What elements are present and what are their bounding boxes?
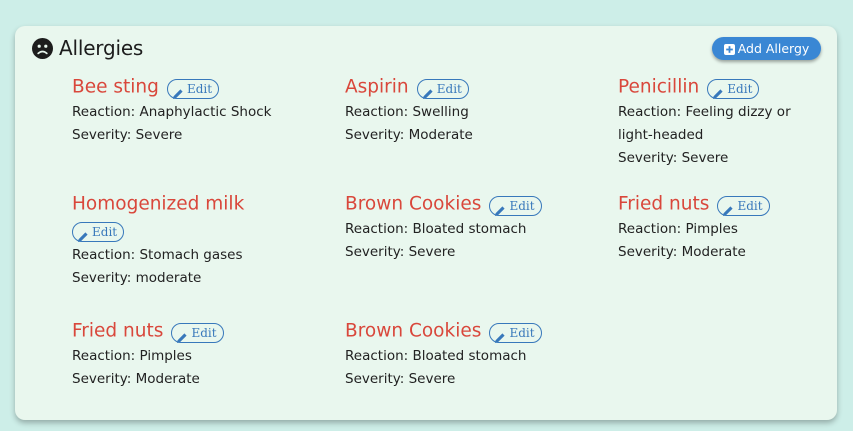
severity-text: Severity: Moderate xyxy=(618,243,746,260)
edit-label: Edit xyxy=(436,81,462,96)
allergy-item: Aspirin Edit Reaction: Swelling Severity… xyxy=(345,74,600,147)
pencil-icon xyxy=(172,83,184,99)
pencil-icon xyxy=(494,327,506,343)
edit-label: Edit xyxy=(92,225,118,239)
severity-text: Severity: Severe xyxy=(72,126,183,143)
severity-text: Severity: Moderate xyxy=(72,370,200,387)
pencil-icon xyxy=(494,200,506,216)
edit-button[interactable]: Edit xyxy=(416,78,469,99)
add-allergy-button[interactable]: Add Allergy xyxy=(712,37,821,60)
allergy-item: Brown Cookies Edit Reaction: Bloated sto… xyxy=(345,318,600,391)
severity-text: Severity: Severe xyxy=(345,370,456,387)
page-title: Allergies xyxy=(59,36,144,60)
pencil-icon xyxy=(176,327,188,343)
allergy-name: Fried nuts xyxy=(618,193,710,215)
allergy-name: Brown Cookies xyxy=(345,320,482,342)
reaction-text: Reaction: Stomach gases xyxy=(72,246,243,263)
edit-label: Edit xyxy=(186,81,213,96)
allergy-name: Fried nuts xyxy=(72,320,164,342)
edit-label: Edit xyxy=(509,198,535,213)
allergy-name: Bee sting xyxy=(72,76,159,98)
pencil-icon xyxy=(422,83,434,99)
edit-button[interactable]: Edit xyxy=(489,322,542,343)
severity-text: Severity: Severe xyxy=(618,149,729,166)
edit-label: Edit xyxy=(509,325,535,340)
allergy-item: Fried nuts Edit Reaction: Pimples Severi… xyxy=(72,318,327,391)
allergy-name: Brown Cookies xyxy=(345,193,482,215)
edit-button[interactable]: Edit xyxy=(171,322,224,343)
allergy-item: Penicillin Edit Reaction: Feeling dizzy … xyxy=(618,74,833,170)
edit-button[interactable]: Edit xyxy=(489,195,542,216)
edit-button[interactable]: Edit xyxy=(717,195,770,216)
reaction-text: Reaction: Bloated stomach xyxy=(345,220,527,237)
allergy-item: Bee sting Edit Reaction: Anaphylactic Sh… xyxy=(72,74,327,147)
reaction-text: Reaction: Feeling dizzy or light-headed xyxy=(618,103,791,143)
edit-button[interactable]: Edit xyxy=(166,78,220,99)
allergy-name: Penicillin xyxy=(618,76,700,98)
allergy-item: Brown Cookies Edit Reaction: Bloated sto… xyxy=(345,191,600,264)
edit-label: Edit xyxy=(737,198,763,213)
edit-button[interactable]: Edit xyxy=(707,78,760,99)
reaction-text: Reaction: Anaphylactic Shock xyxy=(72,103,272,120)
reaction-text: Reaction: Bloated stomach xyxy=(345,347,527,364)
allergy-name: Aspirin xyxy=(345,76,409,98)
pencil-icon xyxy=(77,226,89,242)
add-allergy-label: Add Allergy xyxy=(737,41,810,56)
edit-label: Edit xyxy=(191,325,217,340)
allergy-name: Homogenized milk xyxy=(72,193,245,215)
pencil-icon xyxy=(712,83,724,99)
frown-face-icon xyxy=(32,37,53,59)
plus-square-icon xyxy=(723,43,735,55)
allergy-item: Fried nuts Edit Reaction: Pimples Severi… xyxy=(618,191,833,264)
card-header: Allergies xyxy=(32,36,143,60)
allergies-card: Allergies Add Allergy Bee sting Edit Rea… xyxy=(15,26,837,420)
severity-text: Severity: Severe xyxy=(345,243,456,260)
severity-text: Severity: moderate xyxy=(72,269,202,286)
reaction-text: Reaction: Swelling xyxy=(345,103,469,120)
severity-text: Severity: Moderate xyxy=(345,126,473,143)
edit-label: Edit xyxy=(727,81,753,96)
allergy-item: Homogenized milk Edit Reaction: Stomach … xyxy=(72,191,327,290)
reaction-text: Reaction: Pimples xyxy=(618,220,738,237)
edit-button[interactable]: Edit xyxy=(72,222,125,242)
pencil-icon xyxy=(722,200,734,216)
reaction-text: Reaction: Pimples xyxy=(72,347,192,364)
